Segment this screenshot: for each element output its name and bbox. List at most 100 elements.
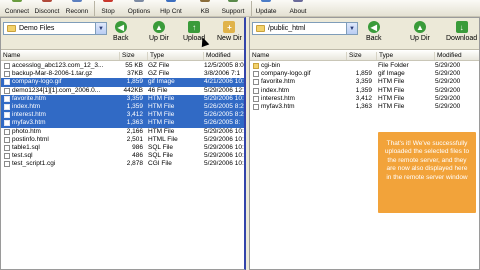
file-row[interactable]: table1.sql 986 SQL File 5/29/2006 10: — [1, 144, 244, 152]
local-path-select[interactable]: Demo Files ▼ — [3, 22, 107, 35]
file-row[interactable]: accesslog_abc123.com_12_3... 55 KB GZ File… — [1, 62, 244, 70]
up-arrow-icon: ▲ — [413, 21, 426, 33]
file-row[interactable]: company-logo.gif 1,859 gif Image 5/29/200 — [250, 70, 479, 78]
cell-type: HTML File — [148, 135, 178, 143]
options-button[interactable]: Options — [124, 0, 154, 17]
file-icon — [4, 95, 10, 102]
upload-icon: ↑ — [188, 21, 201, 33]
update-button[interactable]: Update — [252, 0, 280, 17]
support-icon — [228, 0, 238, 2]
file-row[interactable]: cgi-bin File Folder 5/29/200 — [250, 62, 479, 70]
new-dir-button[interactable]: + New Dir — [217, 21, 242, 42]
cell-name: favorite.htm — [12, 94, 46, 102]
chevron-down-icon[interactable]: ▼ — [346, 23, 357, 34]
reconnect-icon — [72, 0, 82, 2]
cell-modified: 5/29/200 — [435, 102, 461, 110]
cell-modified: 5/29/2006 10: — [204, 143, 244, 151]
column-modified[interactable]: Modified — [434, 52, 480, 60]
cell-modified: 5/29/200 — [435, 86, 461, 94]
cell-name: backup-Mar-8-2006-1.tar.gz — [12, 70, 93, 78]
cell-name: company-logo.gif — [261, 70, 311, 78]
local-back-button[interactable]: ◀ Back — [113, 21, 129, 42]
file-icon — [253, 95, 259, 102]
cell-size: 1,859 — [355, 70, 372, 78]
cell-modified: 12/5/2005 8:0 — [204, 62, 244, 69]
cell-type: CGI File — [148, 160, 172, 168]
support-button[interactable]: Support — [218, 0, 248, 17]
help-contents-button[interactable]: Hlp Cnt — [156, 0, 186, 17]
column-size[interactable]: Size — [119, 52, 145, 60]
local-up-dir-button[interactable]: ▲ Up Dir — [149, 21, 169, 42]
cell-modified: 3/8/2006 7:1 — [204, 70, 241, 78]
cell-size: 1,359 — [126, 102, 143, 110]
cell-modified: 5/29/200 — [435, 62, 461, 69]
stop-button[interactable]: Stop — [96, 0, 120, 17]
file-row[interactable]: myfav3.htm 1,363 HTM File 5/29/200 — [250, 103, 479, 111]
file-row[interactable]: photo.htm 2,166 HTM File 5/29/2006 10: — [1, 128, 244, 136]
back-arrow-icon: ◀ — [114, 21, 127, 33]
file-row[interactable]: index.htm 1,359 HTM File 5/26/2005 8:2 — [1, 102, 244, 112]
file-row[interactable]: postinfo.html 2,501 HTML File 5/29/2006 10: — [1, 136, 244, 144]
column-type[interactable]: Type — [376, 52, 432, 60]
about-button[interactable]: About — [286, 0, 310, 17]
file-icon — [253, 79, 259, 86]
file-row[interactable]: demo1234[1][1].com_2006.0... 442KB 46 File… — [1, 87, 244, 95]
file-row[interactable]: backup-Mar-8-2006-1.tar.gz 37KB GZ File 3/8… — [1, 70, 244, 78]
about-icon — [293, 0, 303, 2]
reconnect-button[interactable]: Reconn — [62, 0, 92, 17]
cell-name: interest.htm — [12, 111, 46, 119]
cell-type: HTM File — [148, 111, 175, 119]
file-icon — [4, 136, 10, 143]
remote-back-button[interactable]: ◀ Back — [366, 21, 382, 42]
update-icon — [261, 0, 271, 2]
file-row[interactable]: company-logo.gif 1,859 gif Image 4/21/2006 … — [1, 78, 244, 87]
file-icon — [4, 87, 10, 94]
cell-modified: 5/29/2006 12: — [204, 86, 244, 94]
disconnect-icon — [42, 0, 52, 2]
file-row[interactable]: interest.htm 3,412 HTM File 5/26/2005 8:2 — [1, 111, 244, 120]
cell-modified: 5/26/2005 8: — [204, 119, 241, 127]
file-row[interactable]: favorite.htm 3,359 HTM File 5/29/200 — [250, 78, 479, 86]
connect-button[interactable]: Connect — [2, 0, 32, 17]
chevron-down-icon[interactable]: ▼ — [95, 23, 106, 34]
main-toolbar: Connect Disconct Reconn Stop Options Hlp… — [0, 0, 480, 17]
cell-type: GZ File — [148, 70, 170, 78]
download-button[interactable]: ↓ Download — [446, 21, 477, 42]
cell-type: gif Image — [148, 78, 175, 86]
file-icon — [4, 71, 10, 78]
cell-modified: 5/29/2006 10: — [204, 152, 244, 160]
remote-path-select[interactable]: /public_html ▼ — [252, 22, 358, 35]
remote-up-dir-button[interactable]: ▲ Up Dir — [410, 21, 430, 42]
file-icon — [253, 71, 259, 78]
column-type[interactable]: Type — [147, 52, 201, 60]
column-size[interactable]: Size — [346, 52, 376, 60]
disconnect-button[interactable]: Disconct — [32, 0, 62, 17]
file-row[interactable]: test_script1.cgi 2,878 CGI File 5/29/2006 1… — [1, 160, 244, 168]
local-navigation-bar: Demo Files ▼ ◀ Back ▲ Up Dir ↑ Upload + … — [1, 18, 244, 50]
cell-name: test_script1.cgi — [12, 160, 56, 168]
cell-name: demo1234[1][1].com_2006.0... — [12, 86, 101, 94]
file-row[interactable]: interest.htm 3,412 HTM File 5/29/200 — [250, 95, 479, 103]
file-row[interactable]: myfav3.htm 1,363 HTM File 5/26/2005 8: — [1, 119, 244, 128]
column-name[interactable]: Name — [1, 52, 119, 60]
file-row[interactable]: test.sql 486 SQL File 5/29/2006 10: — [1, 152, 244, 160]
cell-name: index.htm — [261, 86, 290, 94]
cell-name: favorite.htm — [261, 78, 295, 86]
cell-size: 3,359 — [355, 78, 372, 86]
cell-name: company-logo.gif — [12, 78, 62, 86]
file-icon — [4, 112, 10, 119]
ftp-client-window: Connect Disconct Reconn Stop Options Hlp… — [0, 0, 480, 270]
cell-name: table1.sql — [12, 143, 40, 151]
cell-modified: 5/29/200 — [435, 70, 461, 78]
file-row[interactable]: favorite.htm 3,359 HTM File 5/29/2006 10: — [1, 94, 244, 103]
column-name[interactable]: Name — [250, 52, 346, 60]
local-files-pane: Demo Files ▼ ◀ Back ▲ Up Dir ↑ Upload + … — [0, 17, 246, 270]
cell-type: HTM File — [148, 94, 175, 102]
file-icon — [4, 79, 10, 86]
toolbar-separator — [94, 1, 95, 16]
column-modified[interactable]: Modified — [203, 52, 247, 60]
file-row[interactable]: index.htm 1,359 HTM File 5/29/200 — [250, 87, 479, 95]
cell-modified: 5/29/200 — [435, 94, 461, 102]
file-icon — [4, 128, 10, 135]
kb-button[interactable]: KB — [196, 0, 214, 17]
